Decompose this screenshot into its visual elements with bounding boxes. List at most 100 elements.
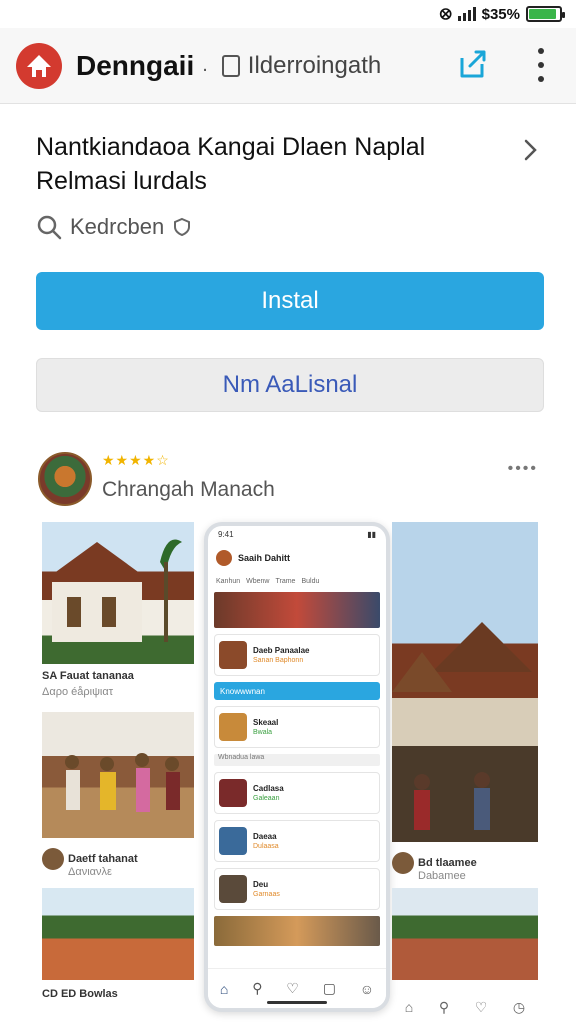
phone-card: Daeb Panaalae Sanan Baphonn (214, 634, 380, 676)
people-illustration (65, 753, 180, 812)
phone-card-title: Cadlasa (253, 784, 284, 793)
phone-user: Saaih Dahitt (238, 553, 291, 563)
home-icon: ⌂ (219, 980, 229, 997)
gallery-caption-3: CD ED Bowlas (42, 988, 194, 1000)
gallery-photo-people[interactable] (42, 712, 194, 838)
phone-card-title: Skeaal (253, 718, 279, 727)
phone-blue-bar: Knowwwnan (214, 682, 380, 700)
reviewer-name: Chrangah Manach (102, 478, 275, 501)
phone-mockup[interactable]: 9:41 ▮▮ Saaih Dahitt Kanhun Wbenw Trame B… (204, 522, 390, 1012)
gallery-photo-crowd[interactable] (392, 888, 538, 980)
phone-tab: Wbenw (246, 577, 270, 585)
phone-card-thumb (219, 641, 247, 669)
caption-title: Daetf tahanat (68, 853, 138, 865)
shield-icon (174, 217, 191, 237)
heart-icon: ♡ (286, 980, 299, 996)
calendar-icon: ▢ (322, 980, 336, 996)
gallery-caption-1-sub: Δαρο éåριψιατ (42, 686, 194, 698)
phone-header: Saaih Dahitt (208, 544, 386, 572)
gallery-right-nav: ⌂ ⚲ ♡ ◷ (392, 999, 538, 1016)
meta-row: Kedrcben (36, 214, 536, 240)
listing-header: Nantkiandaoa Kangai Dlaen Naplal Relmasi… (36, 130, 537, 240)
phone-tab: Buldu (301, 577, 320, 585)
search-icon: ⚲ (252, 980, 263, 996)
app-logo[interactable] (16, 42, 62, 89)
rating-stars: ★★★★☆ (102, 452, 170, 468)
heart-icon: ♡ (474, 999, 488, 1015)
phone-card-sub: Dulaasa (253, 843, 279, 850)
phone-tab: Trame (275, 577, 296, 585)
profile-icon: ☺ (359, 980, 375, 997)
building-illustration (392, 622, 532, 830)
listing-name-line2: Relmasi lurdals (36, 167, 207, 195)
notification-icon: ⭙ (439, 5, 452, 23)
caption-sub: Dabamee (418, 870, 466, 882)
house-icon (27, 54, 51, 77)
tab-chip[interactable]: Ilderroingath (221, 51, 382, 80)
gallery-photo-temple[interactable] (42, 522, 194, 664)
separator: . (202, 54, 208, 76)
review-row: ★★★★☆ Chrangah Manach •••• (38, 452, 544, 508)
caption-title: Bd tlaamee (418, 857, 477, 869)
phone-card: Deu Garnaas (214, 868, 380, 910)
phone-time: 9:41 (218, 530, 234, 539)
status-battery-text: $35% (481, 5, 520, 23)
screenshot-gallery: SA Fauat tananaa Δαρο éåριψιατ Daetf tah… (42, 522, 538, 1022)
phone-card-title: Deu (253, 880, 269, 889)
install-button[interactable]: Instal (36, 272, 544, 330)
phone-home-indicator (267, 1001, 327, 1004)
status-bar: ⭙ $35% (0, 0, 576, 28)
tab-icon (221, 54, 240, 77)
chevron-right-icon[interactable] (520, 138, 540, 162)
app-title: Denngaii (76, 49, 195, 81)
phone-bottom-image (214, 916, 380, 946)
home-icon: ⌂ (404, 999, 414, 1015)
caption-title: SA Fauat tananaa (42, 670, 134, 682)
phone-card-thumb (219, 827, 247, 855)
share-icon[interactable] (454, 46, 490, 82)
phone-banner (214, 592, 380, 628)
meta-text: Kedrcben (70, 214, 165, 239)
search-icon: ⚲ (438, 999, 450, 1015)
more-options-icon[interactable]: •••• (508, 460, 538, 478)
gallery-photo-market[interactable] (42, 888, 194, 980)
phone-card-thumb (219, 713, 247, 741)
temple-illustration (42, 539, 182, 642)
phone-card: Skeaal Bwala (214, 706, 380, 748)
phone-card-title: Daeaa (253, 832, 277, 841)
phone-card-sub: Bwala (253, 729, 273, 736)
search-icon (37, 215, 62, 240)
gallery-caption-1: SA Fauat tananaa (42, 670, 194, 682)
phone-card: Daeaa Dulaasa (214, 820, 380, 862)
phone-tab: Kanhun (216, 577, 241, 585)
phone-card-title: Daeb Panaalae (253, 646, 310, 655)
phone-card: Cadlasa Galeaan (214, 772, 380, 814)
battery-icon (526, 6, 565, 22)
listing-name-line1: Nantkiandaoa Kangai Dlaen Naplal (36, 133, 426, 161)
phone-card-sub: Sanan Baphonn (253, 657, 304, 664)
phone-card-thumb (219, 779, 247, 807)
caption-sub: Δαρο éåριψιατ (42, 686, 114, 698)
caption-sub: Δανιανλε (68, 866, 112, 878)
phone-card-thumb (219, 875, 247, 903)
phone-status: 9:41 ▮▮ (208, 526, 386, 544)
app-bar: Denngaii . Ilderroingath (0, 28, 576, 104)
reviewer-avatar[interactable] (38, 452, 92, 506)
phone-divider: Wbnadua lawa (214, 754, 380, 766)
gallery-right-column: Bd tlaamee Dabamee ⌂ ⚲ ♡ ◷ (392, 522, 538, 1022)
phone-card-sub: Galeaan (253, 795, 280, 802)
phone-avatar (216, 550, 232, 566)
gallery-left-column: SA Fauat tananaa Δαρο éåριψιατ Daetf tah… (42, 522, 194, 1022)
gallery-caption-2-sub: Δανιανλε (42, 866, 194, 878)
tab-label: Ilderroingath (247, 51, 382, 79)
phone-signal-icon: ▮▮ (367, 530, 376, 539)
phone-tabs: Kanhun Wbenw Trame Buldu (208, 572, 386, 590)
overflow-menu-icon[interactable] (534, 48, 548, 82)
gallery-caption-right-sub: Dabamee (392, 870, 538, 882)
gallery-photo-building[interactable] (392, 522, 538, 842)
signal-icon (457, 7, 476, 21)
secondary-button[interactable]: Nm AaLisnal (36, 358, 544, 412)
caption-title: CD ED Bowlas (42, 988, 118, 1000)
clock-icon: ◷ (512, 999, 526, 1015)
phone-card-sub: Garnaas (253, 891, 280, 898)
